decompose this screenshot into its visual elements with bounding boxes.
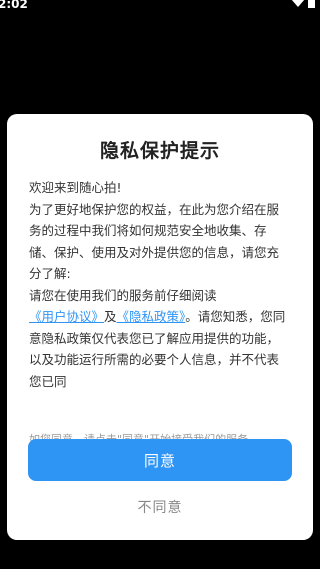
battery-icon [308, 0, 315, 8]
agree-button[interactable]: 同意 [28, 439, 292, 481]
disagree-button[interactable]: 不同意 [7, 497, 313, 517]
wifi-icon [291, 0, 305, 7]
policy-paragraph: 请您在使用我们的服务前仔细阅读《用户协议》及《隐私政策》。请您知悉，您同意隐私政… [29, 285, 291, 391]
status-bar: 2:02 [0, 0, 320, 14]
status-time: 2:02 [0, 0, 28, 11]
dialog-title: 隐私保护提示 [99, 140, 220, 162]
and-text: 及 [104, 309, 117, 324]
dialog-body[interactable]: 欢迎来到随心拍! 为了更好地保护您的权益，在此为您介绍在服务的过程中我们将如何规… [29, 177, 291, 390]
privacy-policy-link[interactable]: 《隐私政策》 [117, 309, 186, 324]
policy-prefix-text: 请您在使用我们的服务前仔细阅读 [29, 287, 217, 303]
intro-paragraph: 为了更好地保护您的权益，在此为您介绍在服务的过程中我们将如何规范安全地收集、存储… [29, 201, 280, 282]
status-icons [291, 0, 316, 8]
privacy-dialog: 隐私保护提示 欢迎来到随心拍! 为了更好地保护您的权益，在此为您介绍在服务的过程… [7, 114, 313, 540]
user-agreement-link[interactable]: 《用户协议》 [29, 309, 104, 324]
greeting-text: 欢迎来到随心拍! [29, 180, 122, 195]
